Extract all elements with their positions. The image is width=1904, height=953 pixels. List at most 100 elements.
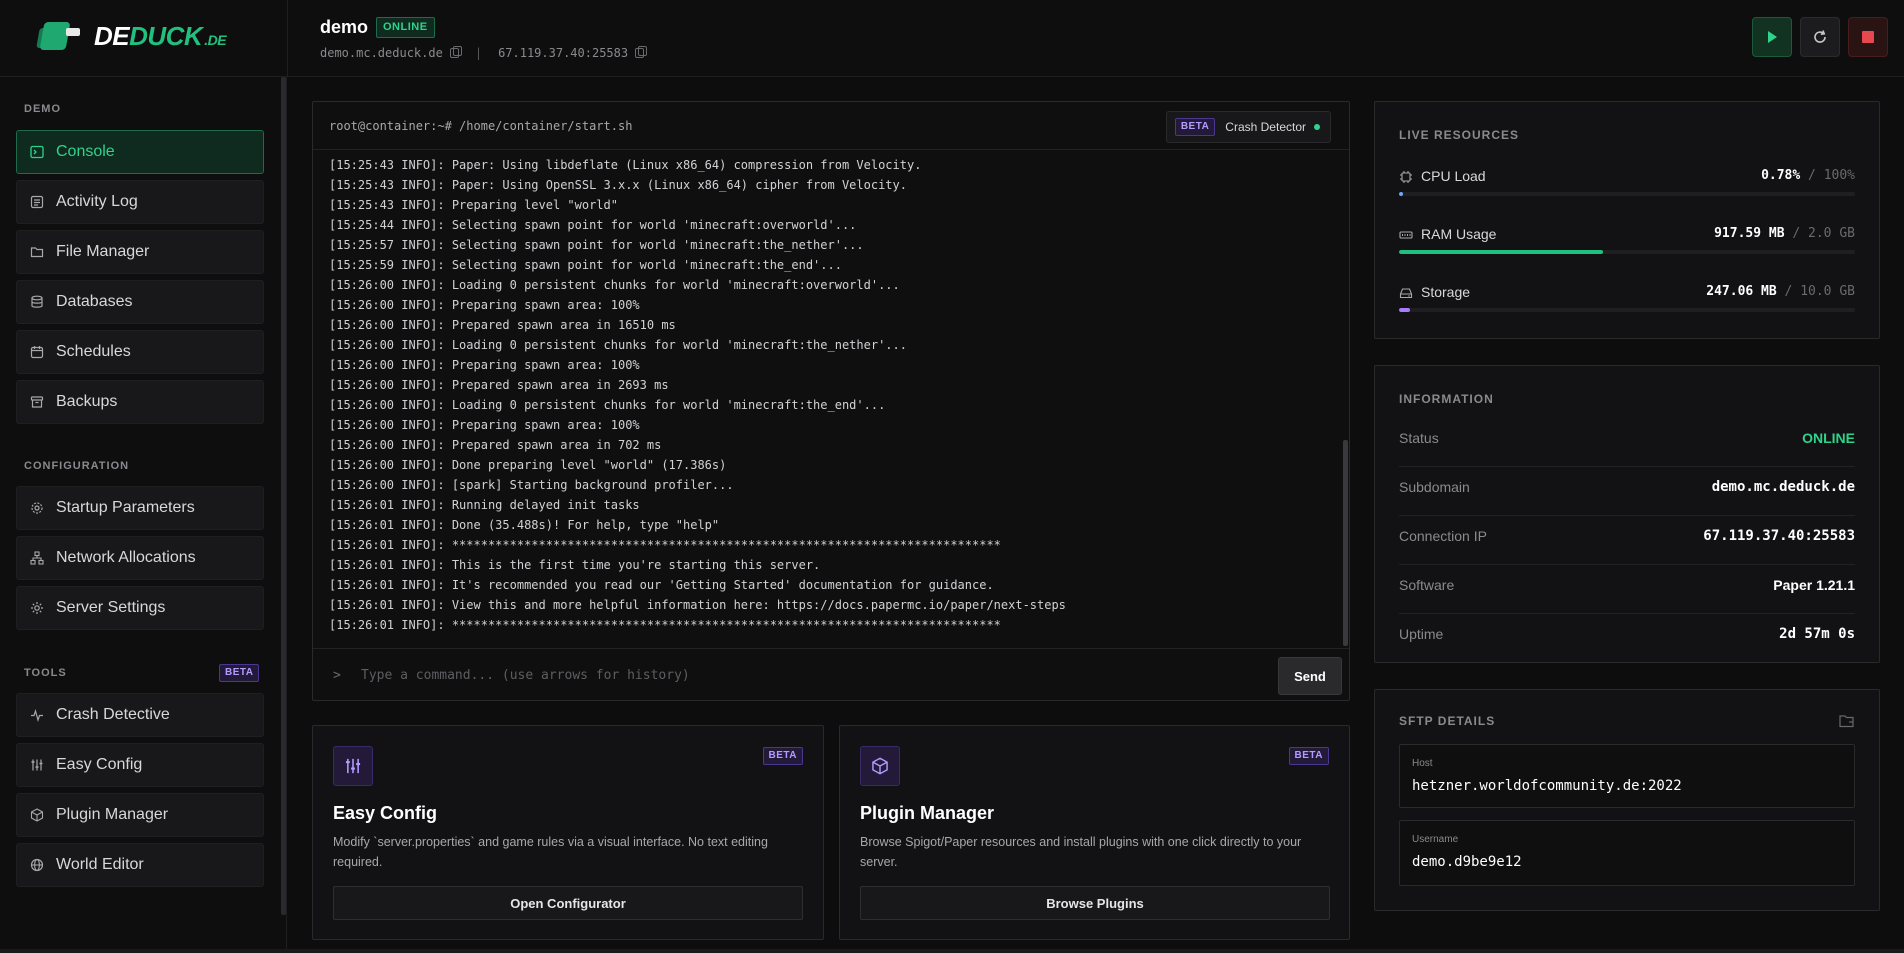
console-log[interactable]: [15:25:43 INFO]: Paper: Using libdeflate… bbox=[329, 155, 1329, 643]
console-line: [15:25:44 INFO]: Selecting spawn point f… bbox=[329, 218, 857, 232]
network-icon bbox=[30, 551, 44, 565]
sidebar-item-easy-config[interactable]: Easy Config bbox=[16, 743, 264, 787]
storage-value: 247.06 MB / 10.0 GB bbox=[1706, 284, 1855, 299]
console-line: [15:26:00 INFO]: Prepared spawn area in … bbox=[329, 378, 669, 392]
sidebar-scrollbar[interactable] bbox=[281, 77, 286, 915]
info-row-connection-ip: Connection IP 67.119.37.40:25583 bbox=[1399, 516, 1855, 565]
information-panel: INFORMATION Status ONLINE Subdomain demo… bbox=[1374, 365, 1880, 663]
sidebar-item-label: Network Allocations bbox=[56, 549, 196, 566]
cpu-load-row: CPU Load 0.78% / 100% bbox=[1399, 168, 1855, 204]
sidebar-item-schedules[interactable]: Schedules bbox=[16, 330, 264, 374]
sftp-details-panel: SFTP DETAILS Host hetzner.worldofcommuni… bbox=[1374, 689, 1880, 911]
info-row-subdomain: Subdomain demo.mc.deduck.de bbox=[1399, 467, 1855, 516]
send-button[interactable]: Send bbox=[1278, 657, 1342, 695]
sidebar-item-file-manager[interactable]: File Manager bbox=[16, 230, 264, 274]
cpu-load-label: CPU Load bbox=[1421, 168, 1486, 184]
easy-config-title: Easy Config bbox=[333, 803, 438, 823]
ram-usage-value: 917.59 MB / 2.0 GB bbox=[1714, 226, 1855, 241]
brand-wordmark: DEDUCK .DE bbox=[94, 21, 227, 52]
storage-label: Storage bbox=[1421, 284, 1471, 300]
server-meta: demo.mc.deduck.de | 67.119.37.40:25583 bbox=[320, 46, 648, 60]
info-value-connection-ip[interactable]: 67.119.37.40:25583 bbox=[1703, 528, 1855, 544]
browse-plugins-button[interactable]: Browse Plugins bbox=[860, 886, 1330, 920]
console-line: [15:25:59 INFO]: Selecting spawn point f… bbox=[329, 258, 842, 272]
sidebar: DEMO Console Activity Log File Manager D… bbox=[0, 77, 287, 953]
card-icon-box bbox=[333, 746, 373, 786]
sidebar-item-world-editor[interactable]: World Editor bbox=[16, 843, 264, 887]
ram-usage-label: RAM Usage bbox=[1421, 226, 1497, 242]
status-badge: ONLINE bbox=[376, 17, 435, 38]
command-input[interactable] bbox=[361, 659, 1261, 691]
sidebar-item-label: Easy Config bbox=[56, 756, 143, 773]
archive-icon bbox=[30, 396, 44, 408]
copy-host-icon[interactable] bbox=[449, 46, 462, 58]
header-divider bbox=[287, 0, 288, 77]
horizontal-scrollbar[interactable] bbox=[0, 949, 1904, 953]
console-line: [15:25:43 INFO]: Paper: Using libdeflate… bbox=[329, 158, 922, 172]
sidebar-item-console[interactable]: Console bbox=[16, 130, 264, 174]
sftp-username-field[interactable]: Username demo.d9be9e12 bbox=[1399, 820, 1855, 886]
crash-detector-toggle[interactable]: BETA Crash Detector bbox=[1165, 111, 1331, 143]
plugin-manager-description: Browse Spigot/Paper resources and instal… bbox=[860, 835, 1302, 869]
console-line: [15:26:00 INFO]: Preparing spawn area: 1… bbox=[329, 418, 640, 432]
globe-icon bbox=[30, 858, 44, 872]
live-resources-title: LIVE RESOURCES bbox=[1399, 128, 1520, 142]
console-line: [15:26:01 INFO]: View this and more help… bbox=[329, 598, 1066, 612]
calendar-icon bbox=[30, 346, 44, 359]
cpu-icon bbox=[1400, 171, 1412, 183]
sidebar-item-network-allocations[interactable]: Network Allocations bbox=[16, 536, 264, 580]
command-prompt: > bbox=[333, 668, 341, 683]
server-host: demo.mc.deduck.de bbox=[320, 46, 443, 60]
open-configurator-button[interactable]: Open Configurator bbox=[333, 886, 803, 920]
console-scrollbar[interactable] bbox=[1342, 150, 1349, 648]
sidebar-item-backups[interactable]: Backups bbox=[16, 380, 264, 424]
ram-usage-row: RAM Usage 917.59 MB / 2.0 GB bbox=[1399, 226, 1855, 262]
sftp-username-label: Username bbox=[1412, 834, 1459, 845]
list-icon bbox=[30, 195, 44, 209]
storage-row: Storage 247.06 MB / 10.0 GB bbox=[1399, 284, 1855, 320]
copy-ip-icon[interactable] bbox=[635, 46, 648, 58]
sftp-username-value: demo.d9be9e12 bbox=[1412, 854, 1522, 870]
console-line: [15:25:43 INFO]: Preparing level "world" bbox=[329, 198, 618, 212]
console-line: [15:26:01 INFO]: ***********************… bbox=[329, 538, 1001, 552]
server-ip: 67.119.37.40:25583 bbox=[498, 46, 629, 60]
console-line: [15:26:01 INFO]: Running delayed init ta… bbox=[329, 498, 640, 512]
status-dot-icon bbox=[1314, 124, 1320, 130]
top-header: DEDUCK .DE demo ONLINE demo.mc.deduck.de … bbox=[0, 0, 1904, 77]
terminal-icon bbox=[30, 145, 44, 159]
stop-button[interactable] bbox=[1848, 17, 1888, 57]
sftp-host-value: hetzner.worldofcommunity.de:2022 bbox=[1412, 778, 1682, 794]
sliders-icon bbox=[31, 759, 43, 771]
console-line: [15:26:01 INFO]: Done (35.488s)! For hel… bbox=[329, 518, 720, 532]
info-row-uptime: Uptime 2d 57m 0s bbox=[1399, 614, 1855, 663]
info-value-subdomain[interactable]: demo.mc.deduck.de bbox=[1712, 479, 1855, 495]
brand-logo[interactable]: DEDUCK .DE bbox=[36, 18, 227, 54]
console-line: [15:26:00 INFO]: Done preparing level "w… bbox=[329, 458, 727, 472]
info-row-status: Status ONLINE bbox=[1399, 418, 1855, 467]
console-line: [15:25:43 INFO]: Paper: Using OpenSSL 3.… bbox=[329, 178, 907, 192]
folder-open-icon[interactable] bbox=[1839, 714, 1855, 728]
sidebar-item-server-settings[interactable]: Server Settings bbox=[16, 586, 264, 630]
sliders-icon bbox=[345, 758, 361, 774]
plugin-manager-card: BETA Plugin Manager Browse Spigot/Paper … bbox=[839, 725, 1350, 940]
sidebar-item-databases[interactable]: Databases bbox=[16, 280, 264, 324]
start-button[interactable] bbox=[1752, 17, 1792, 57]
sidebar-item-crash-detective[interactable]: Crash Detective bbox=[16, 693, 264, 737]
sidebar-item-plugin-manager[interactable]: Plugin Manager bbox=[16, 793, 264, 837]
sftp-host-label: Host bbox=[1412, 758, 1433, 769]
restart-button[interactable] bbox=[1800, 17, 1840, 57]
ram-usage-separator: / bbox=[1792, 226, 1801, 241]
info-key: Uptime bbox=[1399, 626, 1444, 642]
storage-used: 247.06 MB bbox=[1706, 284, 1777, 299]
gear-icon bbox=[31, 502, 43, 514]
sftp-details-title: SFTP DETAILS bbox=[1399, 714, 1496, 728]
sidebar-item-startup-parameters[interactable]: Startup Parameters bbox=[16, 486, 264, 530]
easy-config-card: BETA Easy Config Modify `server.properti… bbox=[312, 725, 824, 940]
memory-icon bbox=[1399, 231, 1413, 239]
sidebar-item-activity-log[interactable]: Activity Log bbox=[16, 180, 264, 224]
console-line: [15:26:00 INFO]: [spark] Starting backgr… bbox=[329, 478, 734, 492]
info-key: Connection IP bbox=[1399, 528, 1487, 544]
section-configuration: CONFIGURATION bbox=[24, 460, 130, 472]
sftp-host-field[interactable]: Host hetzner.worldofcommunity.de:2022 bbox=[1399, 744, 1855, 808]
console-line: [15:26:00 INFO]: Loading 0 persistent ch… bbox=[329, 278, 900, 292]
